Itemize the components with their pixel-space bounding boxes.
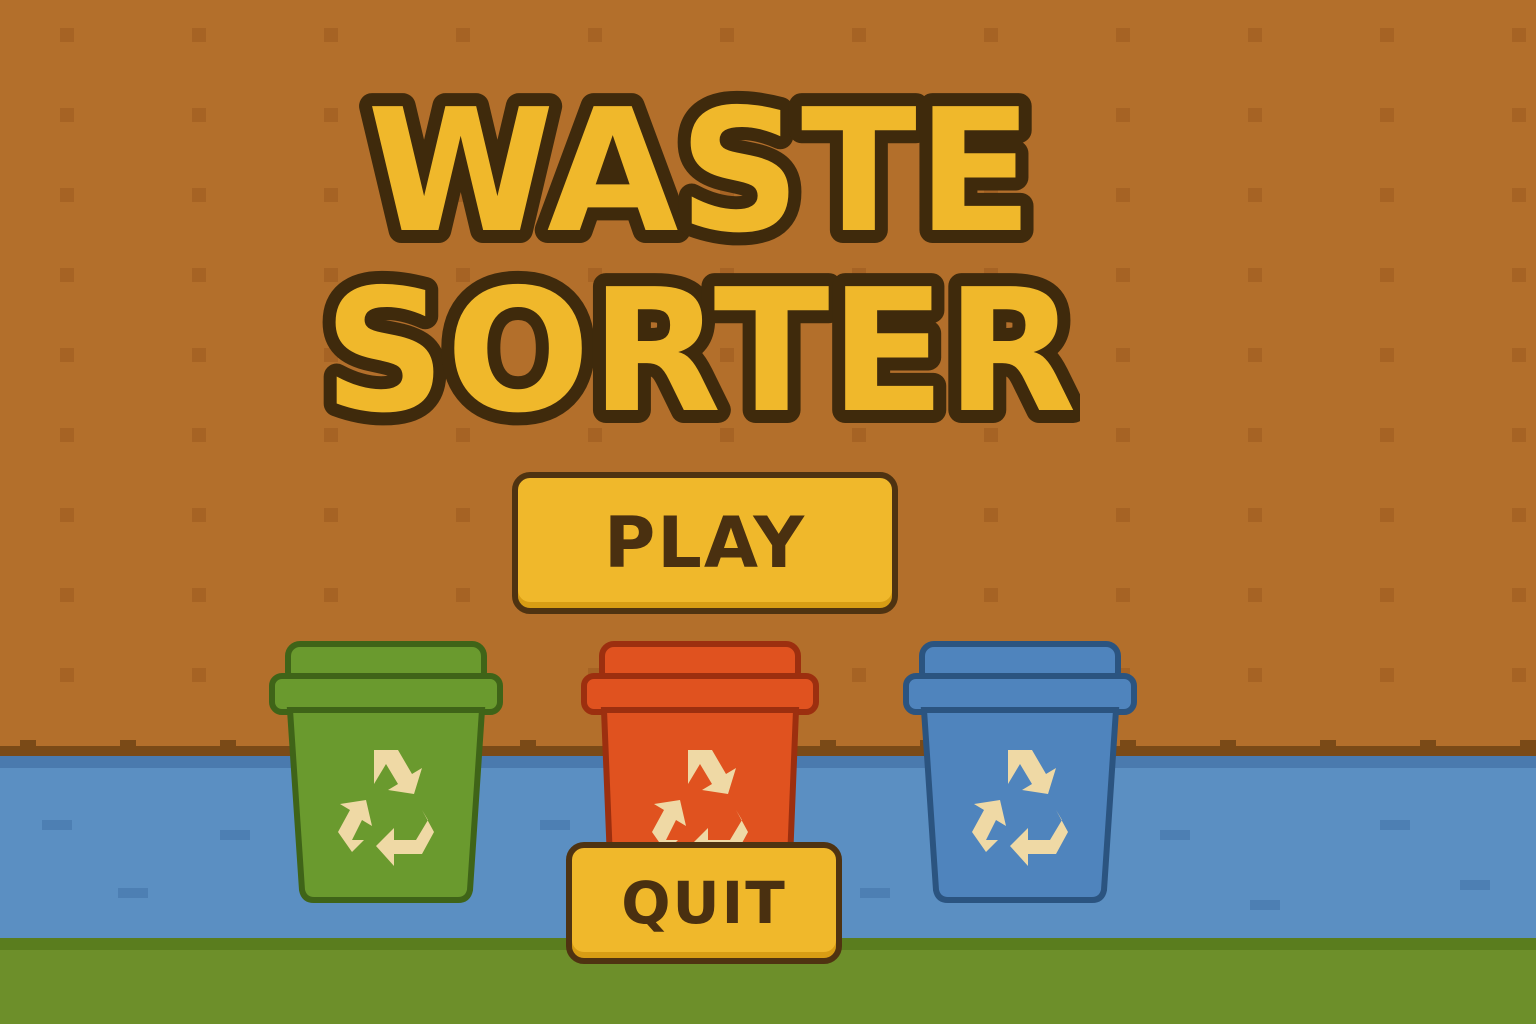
quit-button[interactable]: QUIT <box>566 842 842 964</box>
wall-notch <box>520 740 536 748</box>
wall-notch <box>820 740 836 748</box>
wall-notch <box>1520 740 1536 748</box>
wall-notch <box>1420 740 1436 748</box>
wall-notch <box>1220 740 1236 748</box>
title-line1: WASTE <box>367 73 1033 271</box>
wall-notch <box>120 740 136 748</box>
wall-notch <box>1320 740 1336 748</box>
title-line2: SORTER <box>323 253 1076 440</box>
green-bin <box>268 640 504 906</box>
red-bin <box>580 640 820 860</box>
wall-notch <box>220 740 236 748</box>
blue-bin <box>902 640 1138 906</box>
wall-notch <box>20 740 36 748</box>
play-button[interactable]: PLAY <box>512 472 898 614</box>
game-title: WASTE WASTE SORTER SORTER <box>310 60 1089 464</box>
